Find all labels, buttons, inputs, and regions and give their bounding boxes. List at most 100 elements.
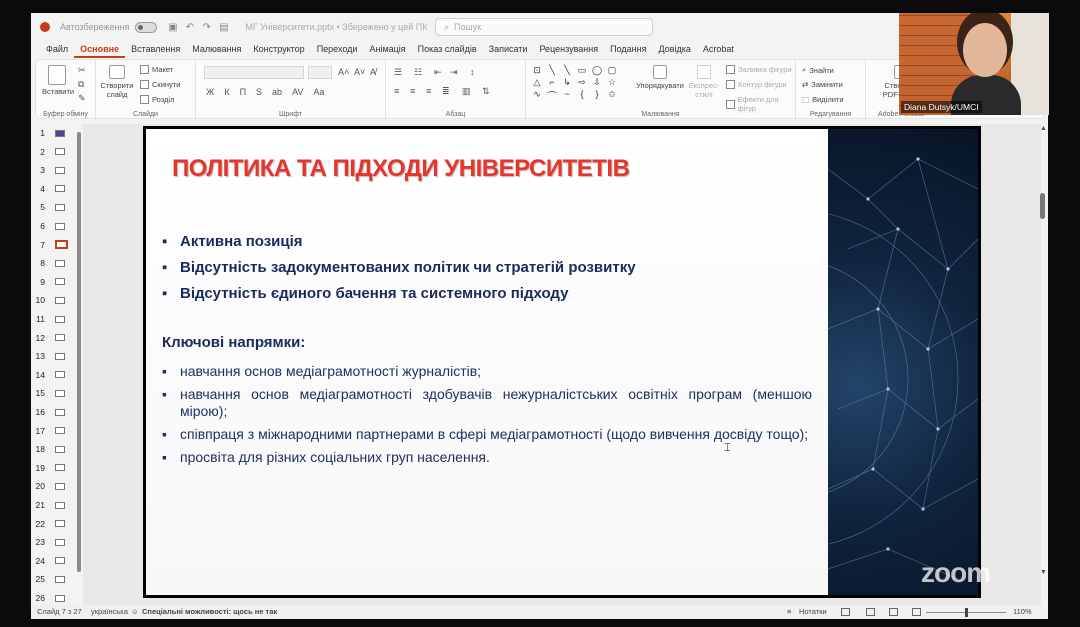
present-icon[interactable]: ▤	[218, 22, 229, 33]
select-button[interactable]: ⬚ Виділити	[802, 95, 844, 104]
slide-thumbnail[interactable]: 22	[31, 515, 83, 533]
align-right-icon[interactable]: ≡	[426, 86, 431, 96]
grow-font-icon[interactable]: A˄	[338, 67, 349, 77]
line-spacing-icon[interactable]: ↕	[470, 67, 475, 77]
bullets-icon[interactable]: ☰	[394, 67, 402, 78]
font-format-button-2[interactable]: П	[240, 87, 246, 97]
autosave-toggle[interactable]	[135, 21, 158, 33]
shape-textbox-icon[interactable]: ⊡	[530, 65, 544, 76]
reading-view-icon[interactable]	[889, 608, 898, 616]
slideshow-view-icon[interactable]	[912, 608, 921, 616]
tab-1[interactable]: Основне	[74, 41, 126, 58]
slide-thumbnail[interactable]: 19	[31, 459, 83, 477]
slide-thumbnail[interactable]: 8	[31, 254, 83, 272]
text-direction-icon[interactable]: ⇅	[482, 86, 490, 97]
copy-icon[interactable]: ⧉	[78, 79, 84, 90]
shapes-gallery[interactable]: ⊡ ╲ ╲ ▭ ◯ ▢ △ ⌐ ↳ ⇨ ⇩ ☆ ∿ ⌒ ~{} ✩	[530, 65, 616, 102]
slide-thumbnail[interactable]: 15	[31, 384, 83, 402]
notes-button[interactable]: Нотатки	[799, 607, 827, 616]
font-name-input[interactable]	[204, 66, 304, 79]
tab-2[interactable]: Вставлення	[125, 41, 186, 58]
slide-thumbnail[interactable]: 4	[31, 180, 83, 198]
tab-6[interactable]: Анімація	[363, 41, 411, 58]
sections-button[interactable]: Розділ	[140, 95, 174, 104]
zoom-level[interactable]: 110%	[1013, 607, 1032, 616]
shape-triangle-icon[interactable]: △	[530, 77, 544, 88]
slide-thumbnail[interactable]: 13	[31, 347, 83, 365]
shape-brace-icon[interactable]: {	[575, 89, 589, 102]
font-size-input[interactable]	[308, 66, 332, 79]
shape-wave-icon[interactable]: ~	[560, 89, 574, 102]
shape-arrow2-icon[interactable]: ⇩	[590, 77, 604, 88]
indent-icon[interactable]: ⇤	[434, 67, 442, 78]
slide-thumbnail[interactable]: 21	[31, 496, 83, 514]
quick-styles-button[interactable]: Експрес-стилі	[686, 65, 722, 99]
tab-8[interactable]: Записати	[483, 41, 534, 58]
justify-icon[interactable]: ≣	[442, 86, 450, 97]
tab-0[interactable]: Файл	[40, 41, 74, 58]
language-indicator[interactable]: українська	[91, 607, 128, 616]
shape-arrow-icon[interactable]: ⇨	[575, 77, 589, 88]
font-format-button-1[interactable]: К	[224, 87, 229, 97]
slide-thumbnail[interactable]: 7	[31, 236, 83, 254]
slide-thumbnail[interactable]: 23	[31, 533, 83, 551]
shape-line2-icon[interactable]: ╲	[560, 65, 574, 76]
font-format-button-6[interactable]: Aa	[313, 87, 324, 97]
replace-button[interactable]: ⇄ Замінити	[802, 80, 843, 89]
paste-button[interactable]: Вставити	[42, 65, 74, 96]
cut-icon[interactable]: ✂	[78, 65, 86, 76]
tab-10[interactable]: Подання	[604, 41, 652, 58]
font-format-button-3[interactable]: S	[256, 87, 262, 97]
shape-outline-button[interactable]: Контур фігури	[726, 80, 787, 89]
font-format-button-4[interactable]: ab	[272, 87, 282, 97]
tab-3[interactable]: Малювання	[186, 41, 247, 58]
editor-scrollbar[interactable]	[1040, 193, 1045, 219]
layout-button[interactable]: Макет	[140, 65, 173, 74]
slide-thumbnail[interactable]: 20	[31, 477, 83, 495]
scroll-up-icon[interactable]: ▲	[1040, 125, 1047, 132]
current-slide[interactable]: ПОЛІТИКА ТА ПІДХОДИ УНІВЕРСИТЕТІВ Активн…	[143, 126, 981, 598]
columns-icon[interactable]: ▥	[462, 86, 471, 97]
shape-elbow-icon[interactable]: ⌐	[545, 77, 559, 88]
tab-12[interactable]: Acrobat	[697, 41, 740, 58]
outdent-icon[interactable]: ⇥	[450, 67, 458, 78]
arrange-button[interactable]: Упорядкувати	[636, 65, 684, 90]
tab-9[interactable]: Рецензування	[533, 41, 604, 58]
key-directions-list[interactable]: навчання основ медіаграмотності журналіс…	[162, 363, 812, 472]
thumbnails-scrollbar[interactable]	[77, 132, 81, 572]
slide-thumbnail[interactable]: 18	[31, 440, 83, 458]
slide-thumbnail[interactable]: 5	[31, 198, 83, 216]
format-painter-icon[interactable]: ✎	[78, 93, 86, 104]
sorter-view-icon[interactable]	[866, 608, 875, 616]
font-format-button-0[interactable]: Ж	[206, 87, 214, 97]
save-icon[interactable]: ▣	[167, 22, 178, 33]
shape-brace2-icon[interactable]: }	[590, 89, 604, 102]
shape-star-icon[interactable]: ☆	[605, 77, 619, 88]
slide-thumbnail[interactable]: 24	[31, 552, 83, 570]
search-box[interactable]: ⌕ Пошук	[435, 18, 653, 36]
scroll-down-icon[interactable]: ▼	[1040, 569, 1047, 576]
shape-rounded-icon[interactable]: ▢	[605, 65, 619, 76]
zoom-slider-thumb[interactable]	[965, 608, 968, 617]
slide-title[interactable]: ПОЛІТИКА ТА ПІДХОДИ УНІВЕРСИТЕТІВ	[172, 155, 630, 183]
slide-thumbnail[interactable]: 16	[31, 403, 83, 421]
shape-curve-icon[interactable]: ∿	[530, 89, 544, 102]
shape-star2-icon[interactable]: ✩	[605, 89, 619, 102]
normal-view-icon[interactable]	[841, 608, 850, 616]
slide-thumbnail[interactable]: 10	[31, 291, 83, 309]
shape-arc-icon[interactable]: ⌒	[545, 89, 559, 102]
tab-4[interactable]: Конструктор	[247, 41, 310, 58]
tab-7[interactable]: Показ слайдів	[412, 41, 483, 58]
undo-icon[interactable]: ↶	[184, 22, 195, 33]
shape-rect-icon[interactable]: ▭	[575, 65, 589, 76]
slide-thumbnail[interactable]: 17	[31, 422, 83, 440]
shrink-font-icon[interactable]: A˅	[354, 67, 365, 77]
align-center-icon[interactable]: ≡	[410, 86, 415, 96]
slide-thumbnail[interactable]: 11	[31, 310, 83, 328]
main-bullet-list[interactable]: Активна позиціяВідсутність задокументова…	[162, 233, 636, 311]
slide-thumbnail[interactable]: 12	[31, 329, 83, 347]
numbering-icon[interactable]: ☷	[414, 67, 422, 78]
shape-oval-icon[interactable]: ◯	[590, 65, 604, 76]
slide-thumbnail[interactable]: 2	[31, 143, 83, 161]
shape-line-icon[interactable]: ╲	[545, 65, 559, 76]
